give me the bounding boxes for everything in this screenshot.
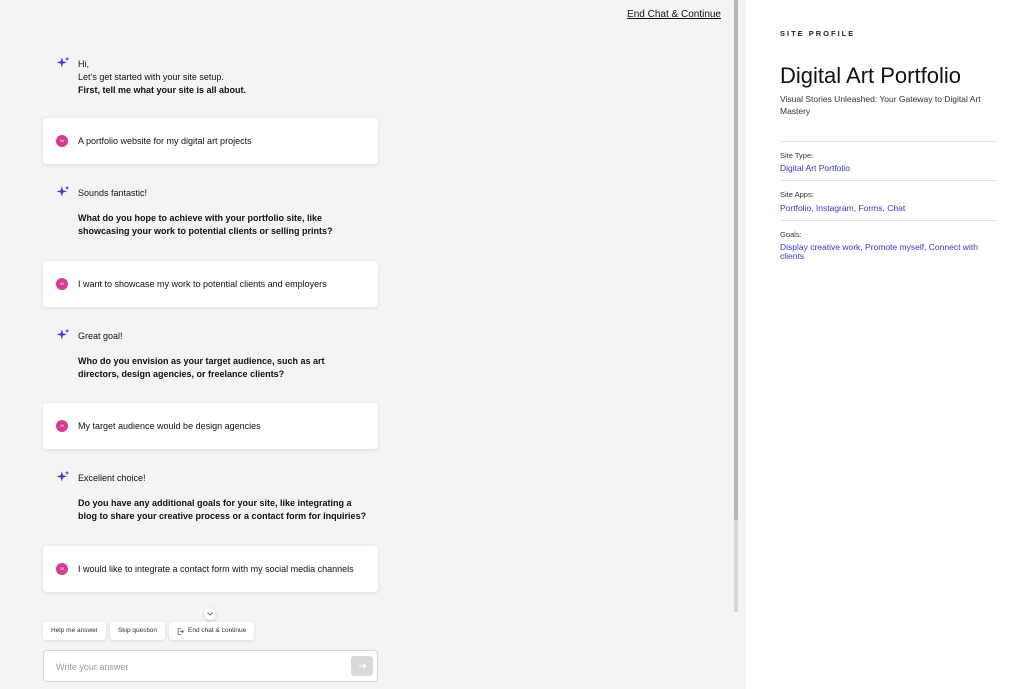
ai-message-text: Sounds fantastic! What do you hope to ac…: [78, 187, 368, 238]
divider: [780, 141, 997, 142]
skip-question-button[interactable]: Skip question: [109, 622, 165, 640]
ai-line: Let’s get started with your site setup.: [78, 71, 224, 82]
ai-question: Do you have any additional goals for you…: [78, 498, 367, 522]
site-profile-panel: SITE PROFILE Digital Art Portfolio Visua…: [746, 0, 1024, 689]
answer-box: [43, 650, 378, 682]
sparkle-icon: [56, 185, 70, 197]
avatar: M: [56, 278, 68, 290]
chip-label: End chat & continue: [188, 627, 247, 634]
chip-label: Help me answer: [51, 627, 98, 634]
ai-question: Who do you envision as your target audie…: [78, 356, 325, 380]
user-message-text: My target audience would be design agenc…: [78, 421, 261, 431]
goals-value[interactable]: Display creative work, Promote myself, C…: [780, 243, 1000, 261]
user-message: M I want to showcase my work to potentia…: [43, 261, 378, 307]
divider: [780, 220, 997, 221]
suggestion-chips: Help me answer Skip question End chat & …: [43, 622, 255, 640]
site-title: Digital Art Portfolio: [780, 63, 961, 88]
arrow-right-icon: [358, 662, 366, 670]
chevron-down-icon: [207, 612, 213, 616]
user-message-text: I want to showcase my work to potential …: [78, 279, 327, 289]
divider: [780, 180, 997, 181]
chat-scrollbar[interactable]: [734, 0, 738, 612]
end-chat-continue-link[interactable]: End Chat & Continue: [627, 9, 721, 20]
sparkle-icon: [56, 328, 70, 340]
site-type-value[interactable]: Digital Art Portfolio: [780, 164, 1000, 173]
scrollbar-thumb[interactable]: [734, 0, 738, 520]
answer-input[interactable]: [56, 659, 336, 675]
scroll-down-button[interactable]: [204, 608, 216, 620]
chip-label: Skip question: [117, 627, 157, 634]
site-subtitle: Visual Stories Unleashed: Your Gateway t…: [780, 94, 981, 116]
ai-message-text: Excellent choice! Do you have any additi…: [78, 472, 368, 523]
avatar: M: [56, 135, 68, 147]
sparkle-icon: [56, 470, 70, 482]
ai-greeting: Hi,: [78, 59, 89, 69]
user-message-text: I would like to integrate a contact form…: [78, 564, 354, 574]
site-type-label: Site Type:: [780, 151, 814, 160]
user-message: M My target audience would be design age…: [43, 403, 378, 449]
site-apps-label: Site Apps:: [780, 190, 814, 199]
sparkle-icon: [56, 56, 70, 68]
ai-intro: Sounds fantastic!: [78, 188, 148, 198]
user-message: M A portfolio website for my digital art…: [43, 118, 378, 164]
ai-intro: Excellent choice!: [78, 473, 146, 483]
user-message-text: A portfolio website for my digital art p…: [78, 136, 252, 146]
ai-message-text: Hi, Let’s get started with your site set…: [78, 58, 368, 96]
ai-question: First, tell me what your site is all abo…: [78, 84, 247, 95]
exit-icon: [177, 627, 184, 635]
help-me-answer-button[interactable]: Help me answer: [43, 622, 106, 640]
ai-question: What do you hope to achieve with your po…: [78, 213, 333, 237]
avatar: M: [56, 563, 68, 575]
site-apps-value[interactable]: Portfolio, Instagram, Forms, Chat: [780, 204, 1000, 213]
goals-label: Goals:: [780, 230, 802, 239]
ai-message-text: Great goal! Who do you envision as your …: [78, 330, 368, 381]
site-profile-heading: SITE PROFILE: [780, 29, 856, 38]
user-message: M I would like to integrate a contact fo…: [43, 546, 378, 592]
send-button[interactable]: [351, 656, 373, 676]
end-chat-continue-button[interactable]: End chat & continue: [169, 622, 255, 640]
avatar: M: [56, 420, 68, 432]
chat-pane: End Chat & Continue Hi, Let’s get starte…: [0, 0, 738, 689]
ai-intro: Great goal!: [78, 331, 123, 341]
